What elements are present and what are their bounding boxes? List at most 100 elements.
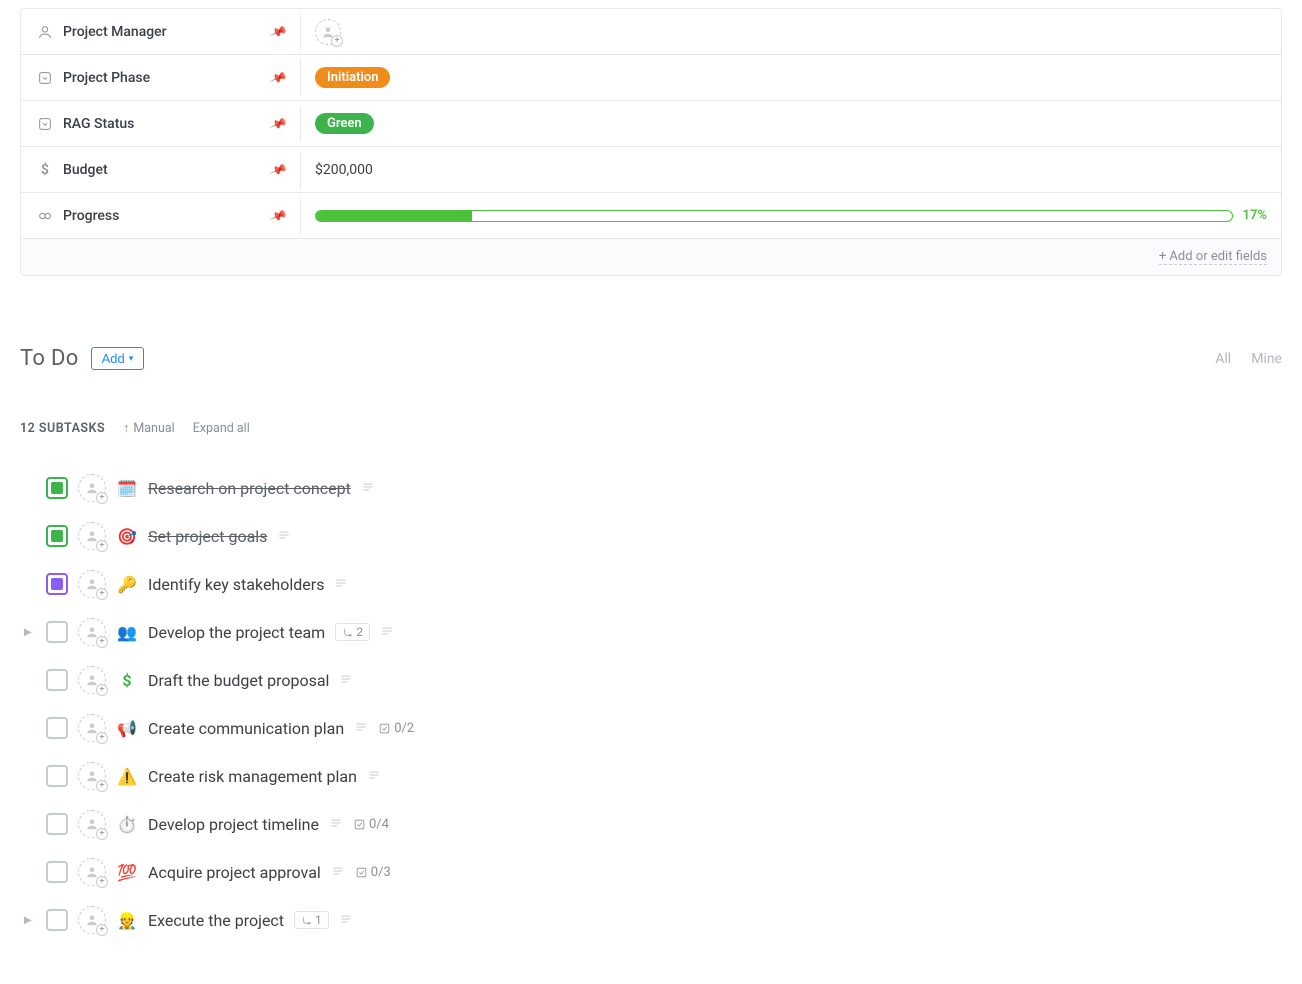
task-icon: 🎯: [116, 527, 138, 546]
fields-footer: + Add or edit fields: [21, 239, 1281, 275]
field-row-budget: $ Budget 📌 $200,000: [21, 147, 1281, 193]
task-row: ▶ + 🎯 Set project goals: [20, 512, 1282, 560]
task-title[interactable]: Create risk management plan: [148, 767, 357, 786]
add-button[interactable]: Add ▾: [91, 347, 145, 370]
sort-selector[interactable]: ↑ Manual: [123, 421, 175, 436]
field-name: Project Manager: [63, 24, 167, 40]
task-row: ▶ + 📢 Create communication plan 0/2: [20, 704, 1282, 752]
progress-fill: [316, 211, 472, 221]
phase-chip[interactable]: Initiation: [315, 67, 390, 88]
status-checkbox[interactable]: [46, 477, 68, 499]
field-label[interactable]: Project Phase 📌: [21, 60, 301, 96]
filter-mine[interactable]: Mine: [1251, 351, 1282, 367]
task-title[interactable]: Develop the project team: [148, 623, 325, 642]
assign-user-icon[interactable]: +: [78, 714, 106, 742]
task-title[interactable]: Develop project timeline: [148, 815, 319, 834]
add-edit-fields-link[interactable]: + Add or edit fields: [1159, 249, 1267, 265]
description-icon[interactable]: [277, 528, 291, 545]
field-label[interactable]: Project Manager 📌: [21, 14, 301, 50]
assign-user-icon[interactable]: +: [78, 618, 106, 646]
description-icon[interactable]: [361, 480, 375, 497]
task-row: ▶ + ⚠️ Create risk management plan: [20, 752, 1282, 800]
status-fill: [51, 482, 63, 494]
assign-user-icon[interactable]: +: [78, 474, 106, 502]
description-icon[interactable]: [380, 624, 394, 641]
task-title[interactable]: Create communication plan: [148, 719, 344, 738]
description-icon[interactable]: [339, 912, 353, 929]
description-icon[interactable]: [329, 816, 343, 833]
expand-toggle-icon[interactable]: ▶: [24, 915, 32, 926]
task-row: ▶ + 🗓️ Research on project concept: [20, 464, 1282, 512]
task-icon: $: [116, 671, 138, 690]
checklist-badge[interactable]: 0/2: [378, 721, 414, 736]
assign-user-icon[interactable]: +: [78, 762, 106, 790]
task-icon: ⚠️: [116, 767, 138, 786]
pin-icon[interactable]: 📌: [269, 160, 288, 178]
task-icon: ⏱️: [116, 815, 138, 834]
field-label[interactable]: RAG Status 📌: [21, 106, 301, 142]
status-checkbox[interactable]: [46, 717, 68, 739]
todo-title: To Do: [20, 346, 79, 371]
task-title[interactable]: Research on project concept: [148, 479, 351, 498]
task-list: ▶ + 🗓️ Research on project concept ▶ +: [20, 464, 1282, 944]
checklist-badge[interactable]: 0/3: [355, 865, 391, 880]
status-checkbox[interactable]: [46, 525, 68, 547]
field-value-project-manager[interactable]: +: [301, 11, 1281, 53]
description-icon[interactable]: [339, 672, 353, 689]
assign-user-icon[interactable]: +: [315, 19, 341, 45]
field-row-progress: Progress 📌 17%: [21, 193, 1281, 239]
subtask-count: 12 SUBTASKS: [20, 421, 105, 436]
filter-all[interactable]: All: [1215, 351, 1231, 367]
field-value-rag[interactable]: Green: [301, 105, 1281, 142]
assign-user-icon[interactable]: +: [78, 810, 106, 838]
checklist-badge[interactable]: 0/4: [353, 817, 389, 832]
task-title[interactable]: Identify key stakeholders: [148, 575, 324, 594]
expand-toggle-icon[interactable]: ▶: [24, 627, 32, 638]
status-checkbox[interactable]: [46, 621, 68, 643]
field-label[interactable]: Progress 📌: [21, 198, 301, 234]
assign-user-icon[interactable]: +: [78, 570, 106, 598]
task-title[interactable]: Acquire project approval: [148, 863, 321, 882]
subtask-count-badge[interactable]: 1: [294, 911, 329, 929]
add-label: Add: [102, 351, 125, 366]
task-row: ▶ + 👥 Develop the project team 2: [20, 608, 1282, 656]
description-icon[interactable]: [354, 720, 368, 737]
field-value-progress[interactable]: 17%: [301, 200, 1281, 231]
field-label[interactable]: $ Budget 📌: [21, 152, 301, 188]
task-icon: 👥: [116, 623, 138, 642]
rag-chip[interactable]: Green: [315, 113, 374, 134]
field-value-project-phase[interactable]: Initiation: [301, 59, 1281, 96]
description-icon[interactable]: [367, 768, 381, 785]
status-checkbox[interactable]: [46, 861, 68, 883]
status-checkbox[interactable]: [46, 813, 68, 835]
checklist-value: 0/2: [394, 721, 414, 736]
status-checkbox[interactable]: [46, 669, 68, 691]
pin-icon[interactable]: 📌: [269, 22, 288, 40]
todo-header: To Do Add ▾ All Mine: [20, 346, 1282, 371]
status-fill: [51, 578, 63, 590]
pin-icon[interactable]: 📌: [269, 68, 288, 86]
pin-icon[interactable]: 📌: [269, 206, 288, 224]
assign-user-icon[interactable]: +: [78, 858, 106, 886]
status-checkbox[interactable]: [46, 909, 68, 931]
task-title[interactable]: Execute the project: [148, 911, 284, 930]
field-value-budget[interactable]: $200,000: [301, 154, 1281, 186]
subtask-count-value: 1: [315, 913, 322, 927]
pin-icon[interactable]: 📌: [269, 114, 288, 132]
description-icon[interactable]: [331, 864, 345, 881]
arrow-up-icon: ↑: [123, 421, 129, 436]
expand-all-button[interactable]: Expand all: [193, 421, 250, 436]
assign-user-icon[interactable]: +: [78, 906, 106, 934]
task-title[interactable]: Set project goals: [148, 527, 267, 546]
task-title[interactable]: Draft the budget proposal: [148, 671, 329, 690]
status-checkbox[interactable]: [46, 573, 68, 595]
assign-user-icon[interactable]: +: [78, 522, 106, 550]
progress-icon: [35, 208, 55, 224]
assign-user-icon[interactable]: +: [78, 666, 106, 694]
task-icon: 🔑: [116, 575, 138, 594]
description-icon[interactable]: [334, 576, 348, 593]
status-checkbox[interactable]: [46, 765, 68, 787]
subtask-count-badge[interactable]: 2: [335, 623, 370, 641]
dropdown-icon: [35, 116, 55, 132]
progress-bar[interactable]: 17%: [315, 208, 1267, 223]
